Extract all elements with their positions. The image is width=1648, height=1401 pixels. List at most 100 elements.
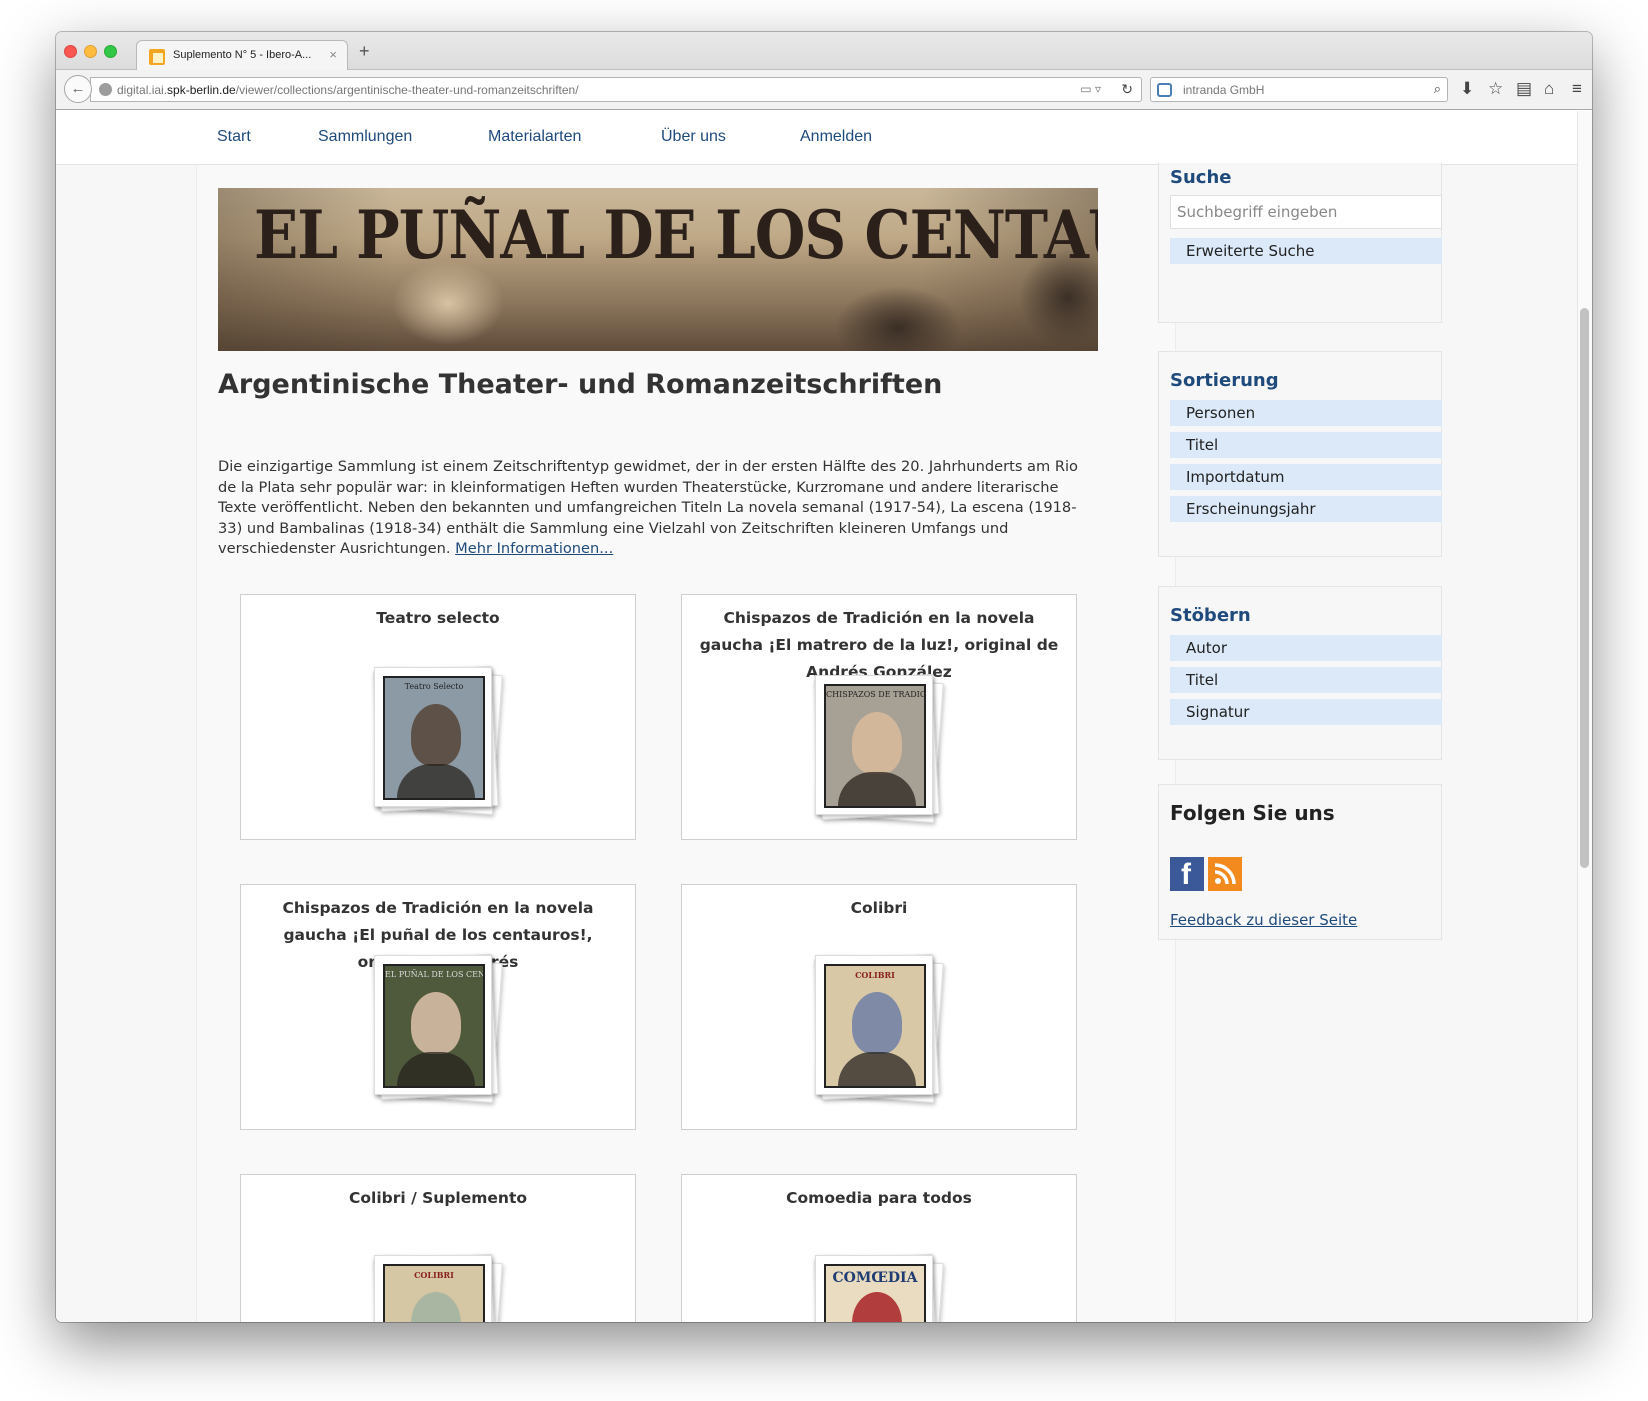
collection-card[interactable]: Colibri COLIBRI — [681, 884, 1077, 1130]
collection-banner: EL PUÑAL DE LOS CENTAUROS! — [218, 188, 1098, 351]
card-title: Comoedia para todos — [786, 1189, 972, 1207]
facebook-letter: f — [1181, 858, 1191, 891]
feedback-link[interactable]: Feedback zu dieser Seite — [1170, 911, 1357, 929]
nav-sammlungen[interactable]: Sammlungen — [318, 128, 412, 146]
portrait — [852, 992, 902, 1054]
browse-item-titel[interactable]: Titel — [1170, 667, 1442, 693]
rss-icon[interactable] — [1208, 857, 1242, 891]
page-scrollbar[interactable] — [1577, 111, 1592, 1322]
portrait-shoulders — [397, 764, 475, 798]
search-input[interactable] — [1170, 195, 1442, 229]
sort-item-personen[interactable]: Personen — [1170, 400, 1442, 426]
sort-box: Sortierung Personen Titel Importdatum Er… — [1158, 351, 1442, 557]
cover-image: CHISPAZOS DE TRADICION — [824, 684, 926, 808]
thumbnail-stack[interactable]: COMŒDIA — [814, 1254, 944, 1322]
nav-anmelden[interactable]: Anmelden — [800, 128, 872, 146]
thumbnail-stack[interactable]: Teatro Selecto — [373, 666, 503, 817]
portrait-shoulders — [397, 1052, 475, 1086]
sort-item-erscheinungsjahr[interactable]: Erscheinungsjahr — [1170, 496, 1442, 522]
search-box: Suche Erweiterte Suche — [1158, 163, 1442, 323]
favicon-icon — [149, 49, 165, 65]
nav-start[interactable]: Start — [217, 128, 251, 146]
collection-description: Die einzigartige Sammlung ist einem Zeit… — [218, 457, 1088, 560]
home-icon[interactable]: ⌂ — [1544, 79, 1554, 99]
browse-title: Stöbern — [1170, 605, 1251, 626]
thumbnail-stack[interactable]: COLIBRI — [814, 954, 944, 1105]
minimize-window-button[interactable] — [84, 45, 97, 58]
search-title: Suche — [1170, 167, 1232, 188]
sort-item-titel[interactable]: Titel — [1170, 432, 1442, 458]
tab-title: Suplemento N° 5 - Ibero-A... — [173, 49, 312, 61]
collection-card[interactable]: Chispazos de Tradición en la novela gauc… — [240, 884, 636, 1130]
cover-image: COLIBRI — [824, 964, 926, 1088]
url-bar[interactable]: digital.iai.spk-berlin.de/viewer/collect… — [90, 77, 1142, 102]
thumbnail-stack[interactable]: COLIBRI — [373, 1254, 503, 1322]
cover-thumbnail: COLIBRI — [374, 1255, 492, 1322]
zoom-window-button[interactable] — [104, 45, 117, 58]
facebook-icon[interactable]: f — [1170, 857, 1204, 891]
cover-title: Teatro Selecto — [404, 682, 464, 691]
cover-thumbnail: Teatro Selecto — [374, 667, 492, 807]
cover-title: CHISPAZOS DE TRADICION — [826, 690, 926, 699]
tab-bar: Suplemento N° 5 - Ibero-A... × + — [56, 32, 1592, 71]
reload-icon[interactable]: ↻ — [1121, 81, 1133, 98]
card-title: Chispazos de Tradición en la novela gauc… — [699, 609, 1059, 681]
portrait-shoulders — [838, 772, 916, 806]
browser-window: Suplemento N° 5 - Ibero-A... × + digital… — [56, 32, 1592, 1322]
card-title: Teatro selecto — [376, 609, 500, 627]
search-bar[interactable]: intranda GmbH ⌕ — [1150, 77, 1448, 102]
new-tab-button[interactable]: + — [359, 41, 370, 62]
browser-tab[interactable]: Suplemento N° 5 - Ibero-A... × — [136, 40, 348, 71]
search-engine-icon[interactable] — [1157, 83, 1172, 97]
nav-materialarten[interactable]: Materialarten — [488, 128, 581, 146]
menu-icon[interactable]: ≡ — [1572, 79, 1582, 99]
site-info-icon[interactable] — [99, 83, 112, 96]
url-path: /viewer/collections/argentinische-theate… — [235, 83, 579, 97]
follow-title: Folgen Sie uns — [1170, 801, 1335, 825]
thumbnail-stack[interactable]: CHISPAZOS DE TRADICION — [814, 674, 944, 825]
cover-image: COLIBRI — [383, 1264, 485, 1322]
cover-title: EL PUÑAL DE LOS CENTAUROS — [385, 970, 485, 979]
url-domain-prefix: digital.iai. — [117, 83, 168, 97]
collection-card[interactable]: Teatro selecto Teatro Selecto — [240, 594, 636, 840]
description-text: Die einzigartige Sammlung ist einem Zeit… — [218, 458, 1078, 557]
screenshot-stage: Suplemento N° 5 - Ibero-A... × + digital… — [0, 0, 1648, 1401]
sort-item-importdatum[interactable]: Importdatum — [1170, 464, 1442, 490]
cover-title: COMŒDIA — [832, 1270, 918, 1286]
portrait — [411, 992, 461, 1054]
back-button[interactable]: ← — [64, 75, 92, 103]
collection-title: Argentinische Theater- und Romanzeitschr… — [218, 369, 943, 400]
tab-close-icon[interactable]: × — [329, 47, 337, 62]
follow-box: Folgen Sie uns f Feedback zu dieser Seit… — [1158, 784, 1442, 940]
more-info-link[interactable]: Mehr Informationen... — [455, 540, 613, 557]
advanced-search-link[interactable]: Erweiterte Suche — [1170, 238, 1442, 264]
cover-image: Teatro Selecto — [383, 676, 485, 800]
collection-card[interactable]: Colibri / Suplemento COLIBRI — [240, 1174, 636, 1322]
cover-title: COLIBRI — [855, 970, 895, 980]
collection-card[interactable]: Chispazos de Tradición en la novela gauc… — [681, 594, 1077, 840]
cover-image: COMŒDIA — [824, 1264, 926, 1322]
rss-glyph — [1214, 863, 1236, 885]
bookmarks-list-icon[interactable]: ▤ — [1516, 79, 1532, 99]
portrait — [852, 1292, 902, 1322]
cover-thumbnail: COMŒDIA — [815, 1255, 933, 1322]
portrait-shoulders — [838, 1052, 916, 1086]
nav-ueber-uns[interactable]: Über uns — [661, 128, 726, 146]
banner-title: EL PUÑAL DE LOS CENTAUROS! — [254, 196, 1098, 275]
cover-thumbnail: COLIBRI — [815, 955, 933, 1095]
browse-item-autor[interactable]: Autor — [1170, 635, 1442, 661]
web-page: Start Sammlungen Materialarten Über uns … — [56, 111, 1592, 1322]
close-window-button[interactable] — [64, 45, 77, 58]
portrait — [411, 1292, 461, 1322]
search-icon[interactable]: ⌕ — [1434, 81, 1441, 97]
bookmark-star-icon[interactable]: ☆ — [1488, 79, 1503, 99]
thumbnail-stack[interactable]: EL PUÑAL DE LOS CENTAUROS — [373, 954, 503, 1105]
scrollbar-thumb[interactable] — [1580, 308, 1589, 868]
download-icon[interactable]: ⬇ — [1460, 79, 1474, 99]
reader-view-icon[interactable]: ▭ ▿ — [1080, 82, 1101, 96]
site-navigation: Start Sammlungen Materialarten Über uns … — [56, 111, 1577, 165]
cover-thumbnail: EL PUÑAL DE LOS CENTAUROS — [374, 955, 492, 1095]
card-title: Colibri / Suplemento — [348, 1189, 528, 1207]
browse-item-signatur[interactable]: Signatur — [1170, 699, 1442, 725]
collection-card[interactable]: Comoedia para todos COMŒDIA — [681, 1174, 1077, 1322]
